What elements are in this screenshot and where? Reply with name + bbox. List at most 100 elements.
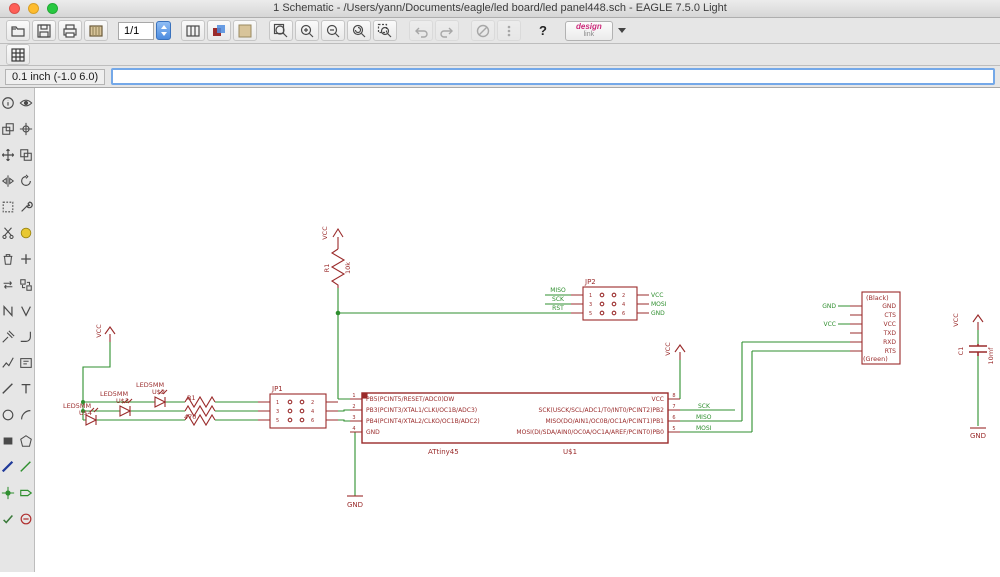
- zoom-in-button[interactable]: [295, 20, 319, 41]
- errors-tool[interactable]: [19, 512, 34, 527]
- vcc-label-top: VCC: [321, 226, 329, 240]
- serial-bottom-label: (Green): [863, 355, 888, 363]
- value-tool[interactable]: [19, 304, 34, 319]
- zoom-select-icon: [377, 23, 393, 39]
- text-tool[interactable]: [19, 382, 34, 397]
- smash-tool[interactable]: [1, 330, 16, 345]
- bus-icon: [1, 460, 15, 474]
- jp1-name: JP1: [271, 385, 283, 393]
- run-ulp-button[interactable]: [497, 20, 521, 41]
- maximize-button[interactable]: [47, 3, 58, 14]
- junction-tool[interactable]: [1, 486, 16, 501]
- redo-button[interactable]: [435, 20, 459, 41]
- switch-board-button[interactable]: [84, 20, 108, 41]
- sheet-stepper[interactable]: [156, 21, 171, 40]
- print-button[interactable]: [58, 20, 82, 41]
- miter-tool[interactable]: [19, 330, 34, 345]
- undo-button[interactable]: [409, 20, 433, 41]
- cut-tool[interactable]: [1, 226, 16, 241]
- name-tool[interactable]: [1, 304, 16, 319]
- label-icon: [19, 486, 33, 500]
- zoom-select-button[interactable]: [373, 20, 397, 41]
- mirror-icon: [1, 174, 15, 188]
- component-labels: VCC R1 10k VCC VCC VCC C1 10mf JP2 JP1 A…: [63, 226, 995, 509]
- wire-tool[interactable]: [1, 382, 16, 397]
- display-layers-icon: [1, 122, 15, 136]
- grid-settings-button[interactable]: [6, 44, 30, 65]
- split-tool[interactable]: [1, 356, 16, 371]
- design-link-button[interactable]: design link: [565, 21, 613, 41]
- schematic-canvas[interactable]: VCC R1 10k VCC VCC VCC C1 10mf JP2 JP1 A…: [36, 88, 1000, 572]
- polygon-tool[interactable]: [19, 434, 34, 449]
- trash-icon: [1, 252, 15, 266]
- add-tool[interactable]: [19, 252, 34, 267]
- gnd-label-ic: GND: [347, 501, 363, 509]
- show-tool[interactable]: [19, 96, 34, 111]
- save-button[interactable]: [32, 20, 56, 41]
- zoom-out-button[interactable]: [321, 20, 345, 41]
- help-button[interactable]: ?: [533, 23, 553, 38]
- jp2-pinnum-3: 3: [589, 302, 592, 308]
- command-input[interactable]: [111, 68, 995, 85]
- vcc-label-right: VCC: [952, 313, 960, 327]
- sheet-value: 1/1: [118, 22, 154, 40]
- display-tool[interactable]: [1, 122, 16, 137]
- mark-tool[interactable]: [19, 122, 34, 137]
- net-vcc-serial: VCC: [824, 321, 836, 328]
- open-button[interactable]: [6, 20, 30, 41]
- ic-pin-left-2: PB4(PCINT4/XTAL2/CLKO/OC1B/ADC2): [366, 418, 480, 425]
- net-miso-ic: MISO: [696, 414, 712, 421]
- save-icon: [36, 23, 52, 39]
- change-tool[interactable]: [19, 200, 34, 215]
- wire-icon: [1, 382, 15, 396]
- pinswap-tool[interactable]: [1, 278, 16, 293]
- layers-button[interactable]: [207, 20, 231, 41]
- serial-pin-rxd: RXD: [883, 339, 896, 346]
- ic-pinnum-7: 7: [672, 404, 675, 410]
- paste-tool[interactable]: [19, 226, 34, 241]
- sheet-combobox[interactable]: 1/1: [118, 21, 171, 40]
- delete-tool[interactable]: [1, 252, 16, 267]
- stop-button[interactable]: [471, 20, 495, 41]
- columns-view-button[interactable]: [181, 20, 205, 41]
- run-ulp-icon: [501, 23, 517, 39]
- gnd-label-right: GND: [970, 432, 986, 440]
- paste-icon: [19, 226, 33, 240]
- replace-icon: [19, 278, 33, 292]
- add-icon: [19, 252, 33, 266]
- invoke-tool[interactable]: [19, 356, 34, 371]
- zoom-fit-button[interactable]: [269, 20, 293, 41]
- arc-tool[interactable]: [19, 408, 34, 423]
- jp1-pinnum-6: 6: [311, 418, 314, 424]
- polygon-icon: [19, 434, 33, 448]
- design-link-dropdown-icon[interactable]: [618, 28, 626, 33]
- label-tool[interactable]: [19, 486, 34, 501]
- erc-tool[interactable]: [1, 512, 16, 527]
- info-tool[interactable]: [1, 96, 16, 111]
- bus-tool[interactable]: [1, 460, 16, 475]
- stepper-down-icon: [161, 32, 167, 36]
- replace-tool[interactable]: [19, 278, 34, 293]
- jp2-name: JP2: [584, 278, 596, 286]
- canvas-color-button[interactable]: [233, 20, 257, 41]
- circle-tool[interactable]: [1, 408, 16, 423]
- net-wires: [83, 288, 978, 496]
- close-button[interactable]: [9, 3, 20, 14]
- net-tool[interactable]: [19, 460, 34, 475]
- jp1-pinnum-5: 5: [276, 418, 279, 424]
- serial-top-label: (Black): [866, 294, 889, 302]
- move-icon: [1, 148, 15, 162]
- zoom-redraw-button[interactable]: [347, 20, 371, 41]
- rect-tool[interactable]: [1, 434, 16, 449]
- mirror-tool[interactable]: [1, 174, 16, 189]
- ic-pin-left-1: PB3(PCINT3/XTAL1/CLKI/OC1B/ADC3): [366, 407, 477, 414]
- group-tool[interactable]: [1, 200, 16, 215]
- rled-name: R1: [187, 394, 196, 402]
- copy-tool[interactable]: [19, 148, 34, 163]
- minimize-button[interactable]: [28, 3, 39, 14]
- ic-pin-right-1: SCK(USCK/SCL/ADC1/T0/INT0/PCINT2)PB2: [539, 407, 665, 414]
- undo-icon: [413, 23, 429, 39]
- rotate-tool[interactable]: [19, 174, 34, 189]
- ic-pin-right-0: VCC: [652, 396, 664, 403]
- move-tool[interactable]: [1, 148, 16, 163]
